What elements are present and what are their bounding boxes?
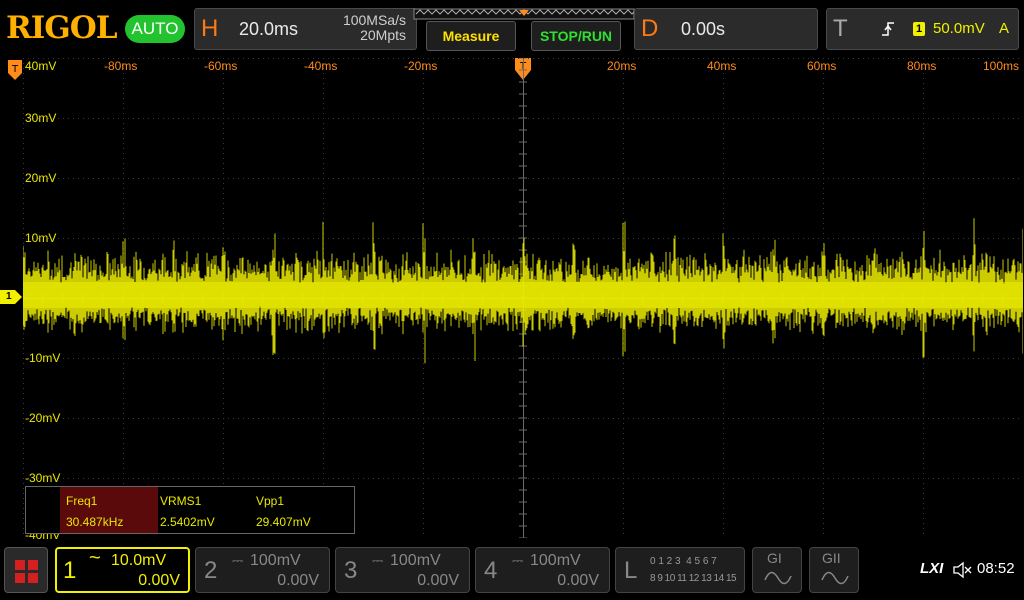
time-label: -40ms xyxy=(304,59,338,73)
measurement-freq[interactable]: Freq1 30.487kHz xyxy=(60,487,158,533)
time-label: 40ms xyxy=(707,59,737,73)
measure-button[interactable]: Measure xyxy=(426,21,516,51)
channel1-marker-label: 1 xyxy=(6,291,12,302)
volt-label: -30mV xyxy=(25,471,61,485)
channel1-panel[interactable]: 1 ~ 10.0mV 0.00V xyxy=(55,547,190,593)
clock-time: 08:52 xyxy=(977,560,1015,577)
dc-coupling-icon: ⎓ xyxy=(512,552,524,568)
time-label: 80ms xyxy=(907,59,937,73)
memory-overview-bar[interactable] xyxy=(413,7,661,20)
memory-overview-graphic xyxy=(413,8,661,20)
ac-coupling-icon: ~ xyxy=(89,547,101,569)
channel-number: 4 xyxy=(484,557,498,584)
sine-wave-icon xyxy=(764,571,792,585)
logic-analyzer-panel[interactable]: L 0 1 2 3 4 5 6 7 8 9 10 11 12 13 14 15 xyxy=(615,547,745,593)
logic-letter: L xyxy=(624,557,638,584)
volt-label: 10mV xyxy=(25,231,57,245)
channel-offset: 0.00V xyxy=(557,572,599,589)
measurement-vpp[interactable]: Vpp1 29.407mV xyxy=(250,487,345,533)
measurement-panel[interactable]: Freq1 30.487kHz VRMS1 2.5402mV Vpp1 29.4… xyxy=(25,486,355,534)
speaker-muted-icon[interactable] xyxy=(952,561,972,584)
measurement-name: Freq1 xyxy=(66,494,98,508)
channel-offset: 0.00V xyxy=(417,572,459,589)
volt-label: 30mV xyxy=(25,111,57,125)
grid-menu-icon xyxy=(15,560,38,583)
logic-channels-row2: 8 9 10 11 12 13 14 15 xyxy=(650,573,737,584)
measurement-value: 29.407mV xyxy=(256,515,311,529)
volt-label: 20mV xyxy=(25,171,57,185)
delay-panel[interactable]: D 0.00s xyxy=(634,8,818,50)
channel-scale: 100mV xyxy=(390,552,441,569)
rising-edge-icon xyxy=(881,21,895,42)
channel1-waveform xyxy=(23,218,1023,364)
channel4-panel[interactable]: 4 ⎓ 100mV 0.00V xyxy=(475,547,610,593)
channel1-offset-marker[interactable]: 1 xyxy=(0,290,22,309)
sine-wave-icon xyxy=(821,571,849,585)
channel-scale: 10.0mV xyxy=(111,552,167,569)
trigger-position-marker[interactable]: T xyxy=(8,60,22,85)
logic-channels-row1: 0 1 2 3 4 5 6 7 xyxy=(650,556,717,567)
timebase-value: 20.0ms xyxy=(239,19,299,39)
main-menu-button[interactable] xyxy=(4,547,48,593)
brand-logo: RIGOL xyxy=(6,10,118,46)
trigger-source-badge: 1 xyxy=(913,22,925,36)
channel2-panel[interactable]: 2 ⎓ 100mV 0.00V xyxy=(195,547,330,593)
volt-label: -20mV xyxy=(25,411,61,425)
waveform-core xyxy=(23,282,1023,308)
dc-coupling-icon: ⎓ xyxy=(372,552,384,568)
channel-number: 2 xyxy=(204,557,218,584)
measurement-name: VRMS1 xyxy=(160,494,202,508)
memory-depth: 20Mpts xyxy=(360,27,406,43)
volt-label: -10mV xyxy=(25,351,61,365)
trigger-source-mode: A xyxy=(999,20,1010,37)
measurement-value: 30.487kHz xyxy=(66,515,124,529)
time-label: 60ms xyxy=(807,59,837,73)
channel-number: 3 xyxy=(344,557,358,584)
trigger-level: 50.0mV xyxy=(933,20,985,37)
channel-offset: 0.00V xyxy=(138,572,180,589)
dc-coupling-icon: ⎓ xyxy=(232,552,244,568)
generator1-button[interactable]: GI xyxy=(752,547,802,593)
generator2-button[interactable]: GII xyxy=(809,547,859,593)
svg-text:T: T xyxy=(11,64,19,75)
time-label: -60ms xyxy=(204,59,238,73)
time-label: -20ms xyxy=(404,59,438,73)
time-label: -80ms xyxy=(104,59,138,73)
horizontal-panel[interactable]: H 20.0ms 100MSa/s 20Mpts xyxy=(194,8,417,50)
channel-scale: 100mV xyxy=(250,552,301,569)
delay-letter: D xyxy=(641,15,659,42)
top-bar: RIGOL AUTO H 20.0ms 100MSa/s 20Mpts Meas… xyxy=(0,0,1024,56)
channel-number: 1 xyxy=(63,557,77,584)
channel3-panel[interactable]: 3 ⎓ 100mV 0.00V xyxy=(335,547,470,593)
sample-rate: 100MSa/s xyxy=(342,12,406,28)
measurement-value: 2.5402mV xyxy=(160,515,215,529)
volt-label: 40mV xyxy=(25,59,57,73)
trigger-letter: T xyxy=(833,15,848,42)
measurement-vrms[interactable]: VRMS1 2.5402mV xyxy=(154,487,249,533)
channel-offset: 0.00V xyxy=(277,572,319,589)
lxi-logo: LXI xyxy=(920,560,944,577)
delay-value: 0.00s xyxy=(681,19,726,39)
trigger-mode-badge[interactable]: AUTO xyxy=(125,15,185,43)
channel-scale: 100mV xyxy=(530,552,581,569)
horizontal-letter: H xyxy=(201,15,219,42)
time-label: 20ms xyxy=(607,59,637,73)
stop-run-button[interactable]: STOP/RUN xyxy=(531,21,621,51)
bottom-bar: 1 ~ 10.0mV 0.00V 2 ⎓ 100mV 0.00V 3 ⎓ 100… xyxy=(0,540,1024,600)
measurement-name: Vpp1 xyxy=(256,494,285,508)
time-label: 100ms xyxy=(983,59,1020,73)
waveform-display[interactable] xyxy=(23,58,1023,538)
trigger-panel[interactable]: T 1 50.0mV A xyxy=(826,8,1019,50)
